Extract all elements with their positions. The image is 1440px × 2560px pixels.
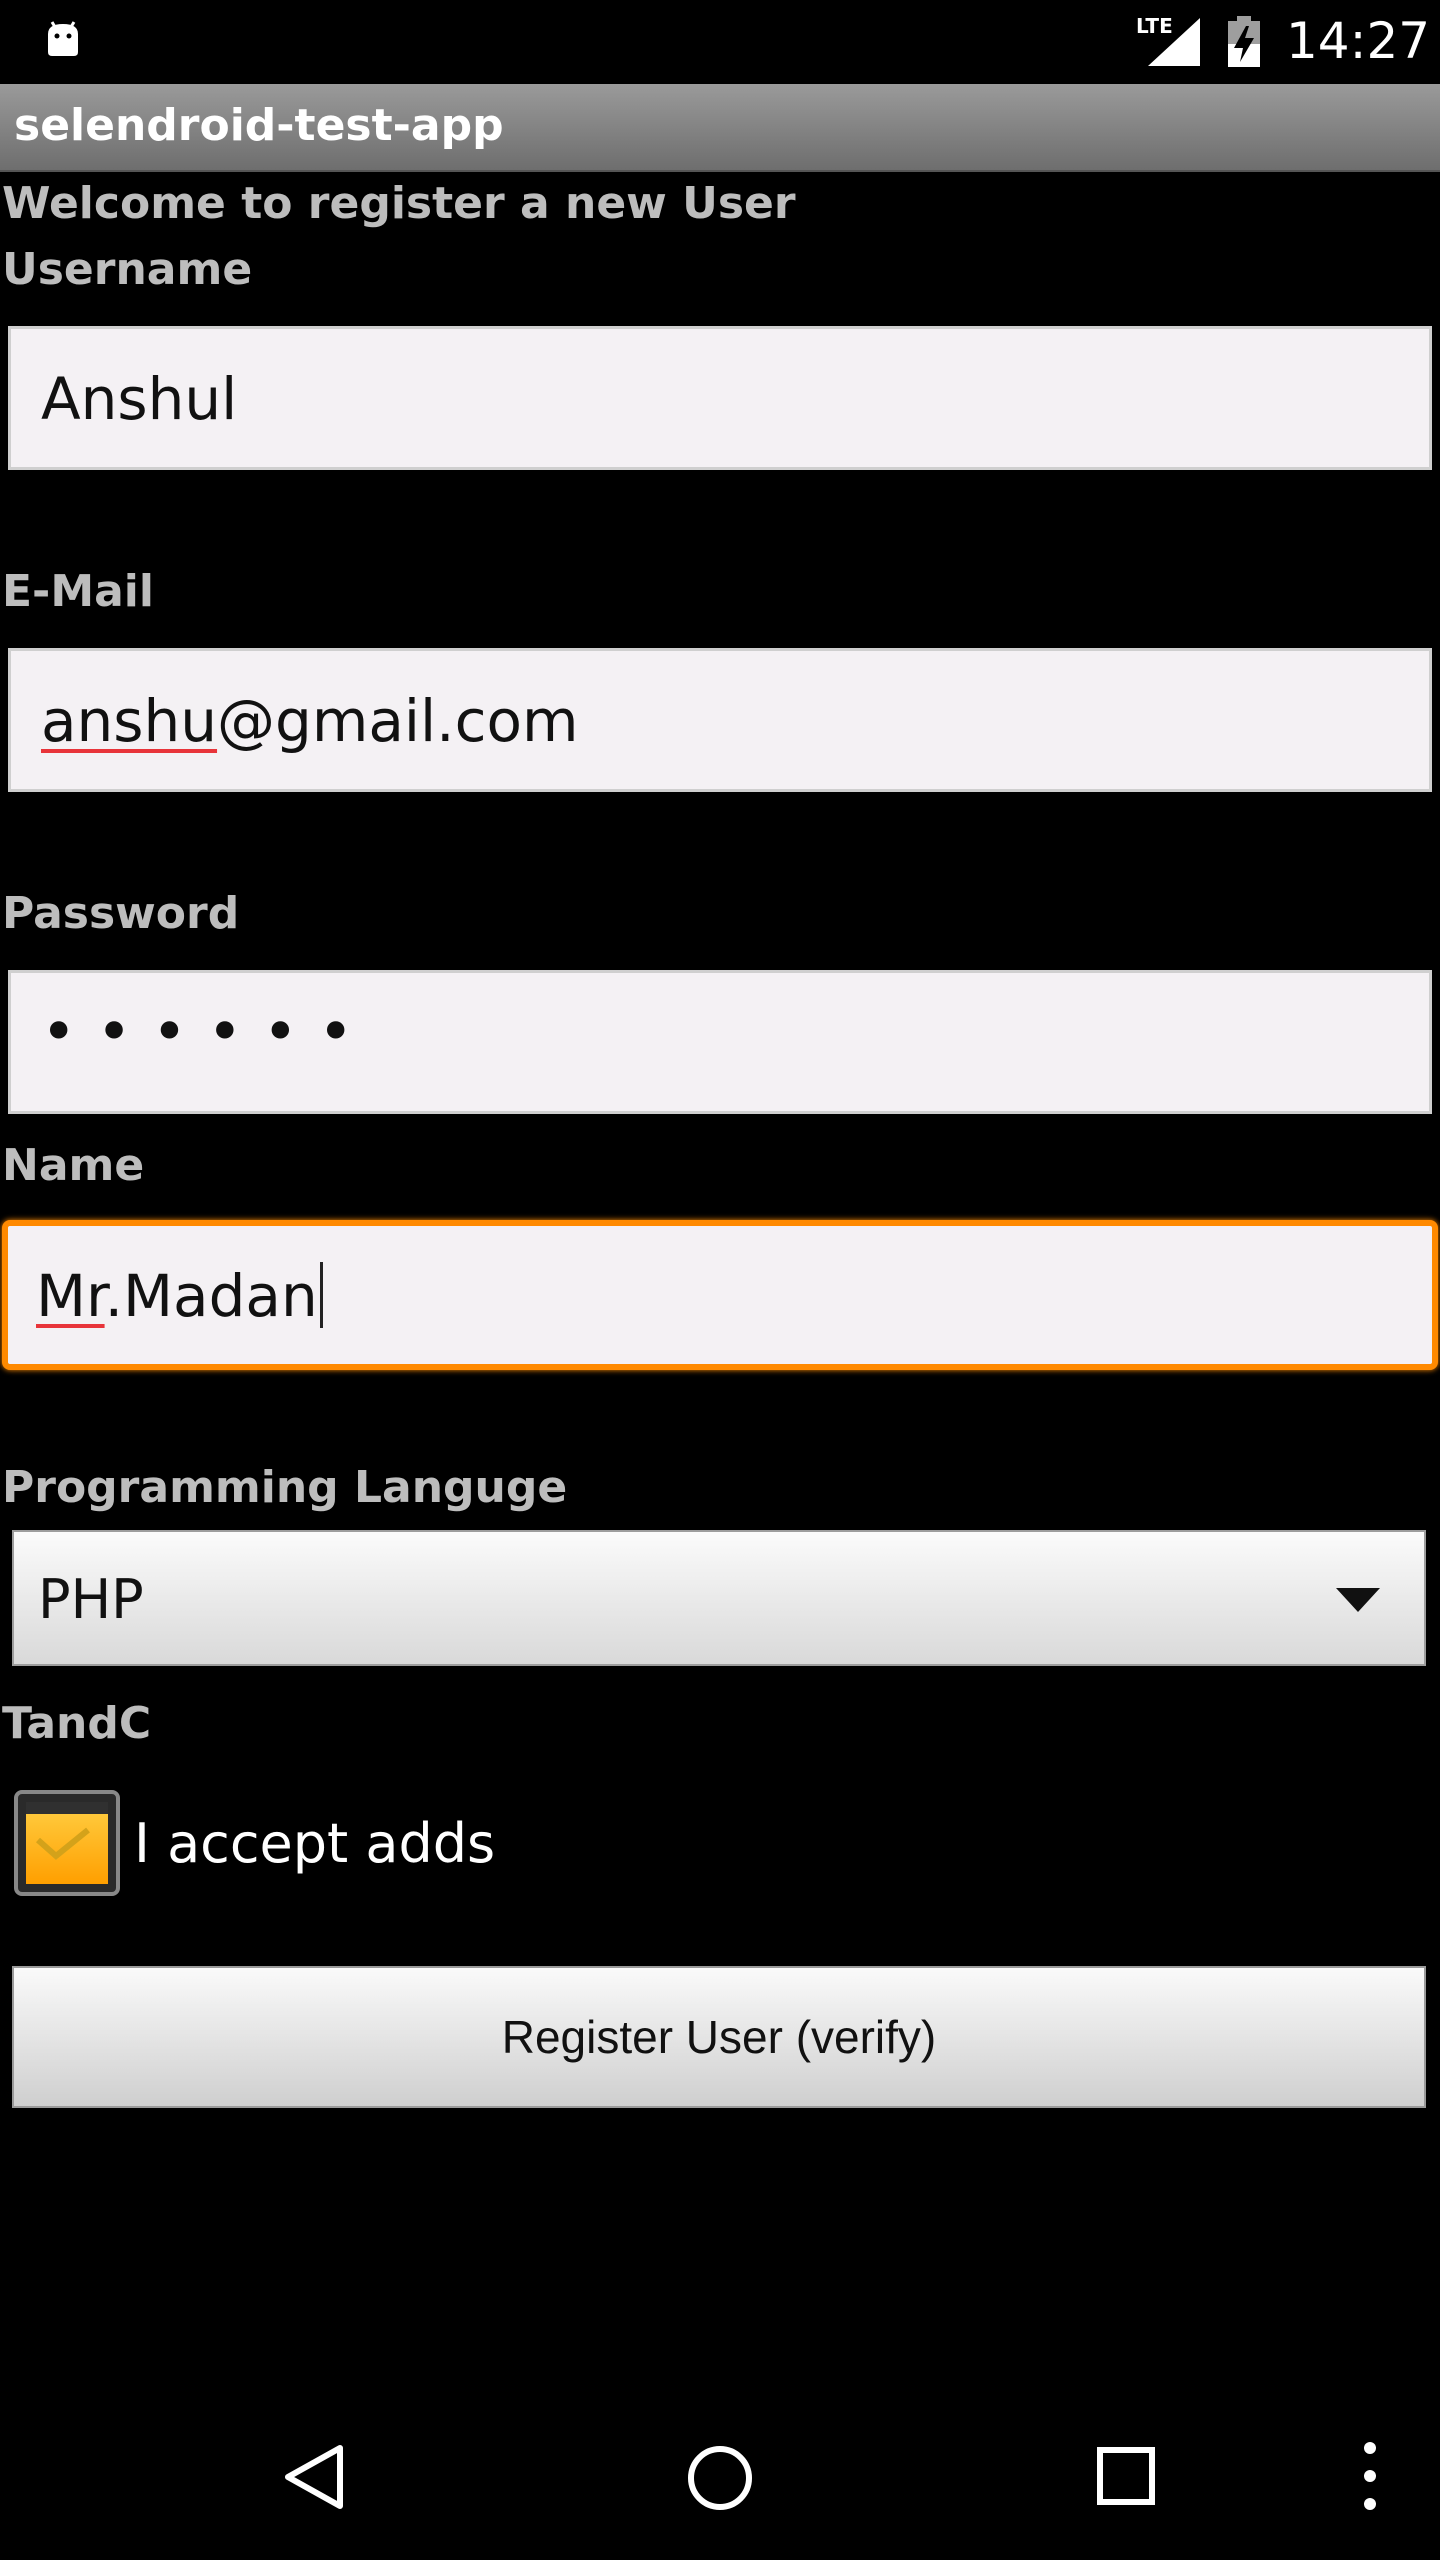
status-time: 14:27 (1286, 12, 1431, 70)
language-dropdown[interactable]: PHP (12, 1530, 1426, 1666)
accept-ads-checkbox[interactable] (14, 1790, 120, 1896)
android-debug-icon (48, 21, 78, 56)
overflow-menu-icon[interactable] (1360, 2440, 1380, 2512)
back-icon[interactable] (284, 2444, 344, 2510)
screen: LTE 14:27 selendroid-test-app Welcome to… (0, 0, 1440, 2560)
username-label: Username (2, 244, 253, 295)
password-label: Password (2, 888, 240, 939)
checkmark-icon (36, 1827, 90, 1860)
name-label: Name (2, 1140, 145, 1191)
email-misspelled-part: anshu (41, 687, 218, 755)
battery-icon (1228, 16, 1260, 67)
signal-icon (1148, 18, 1200, 66)
name-misspelled-part: Mr (36, 1262, 105, 1330)
text-cursor (319, 1262, 323, 1328)
username-input[interactable]: Anshul (8, 326, 1432, 470)
recents-icon[interactable] (1096, 2446, 1156, 2506)
password-value: •••••• (41, 997, 374, 1067)
app-title: selendroid-test-app (14, 100, 504, 151)
language-label: Programming Languge (2, 1462, 568, 1513)
email-input[interactable]: anshu@gmail.com (8, 648, 1432, 792)
register-user-button[interactable]: Register User (verify) (12, 1966, 1426, 2108)
action-bar: selendroid-test-app (0, 84, 1440, 172)
welcome-text: Welcome to register a new User (2, 178, 796, 229)
email-rest: @gmail.com (217, 687, 579, 755)
name-rest: .Madan (104, 1262, 318, 1330)
register-button-label: Register User (verify) (501, 2011, 937, 2063)
terms-label: TandC (2, 1698, 152, 1749)
password-input[interactable]: •••••• (8, 970, 1432, 1114)
name-input[interactable]: Mr.Madan (2, 1220, 1438, 1370)
chevron-down-icon (1336, 1588, 1380, 1612)
status-bar: LTE 14:27 (0, 0, 1440, 84)
accept-ads-label[interactable]: I accept adds (134, 1812, 495, 1875)
username-value: Anshul (41, 365, 238, 433)
language-selected-value: PHP (38, 1568, 144, 1631)
email-label: E-Mail (2, 566, 154, 617)
email-value: anshu@gmail.com (41, 687, 578, 755)
home-icon[interactable] (686, 2444, 754, 2512)
name-value: Mr.Madan (36, 1262, 323, 1330)
